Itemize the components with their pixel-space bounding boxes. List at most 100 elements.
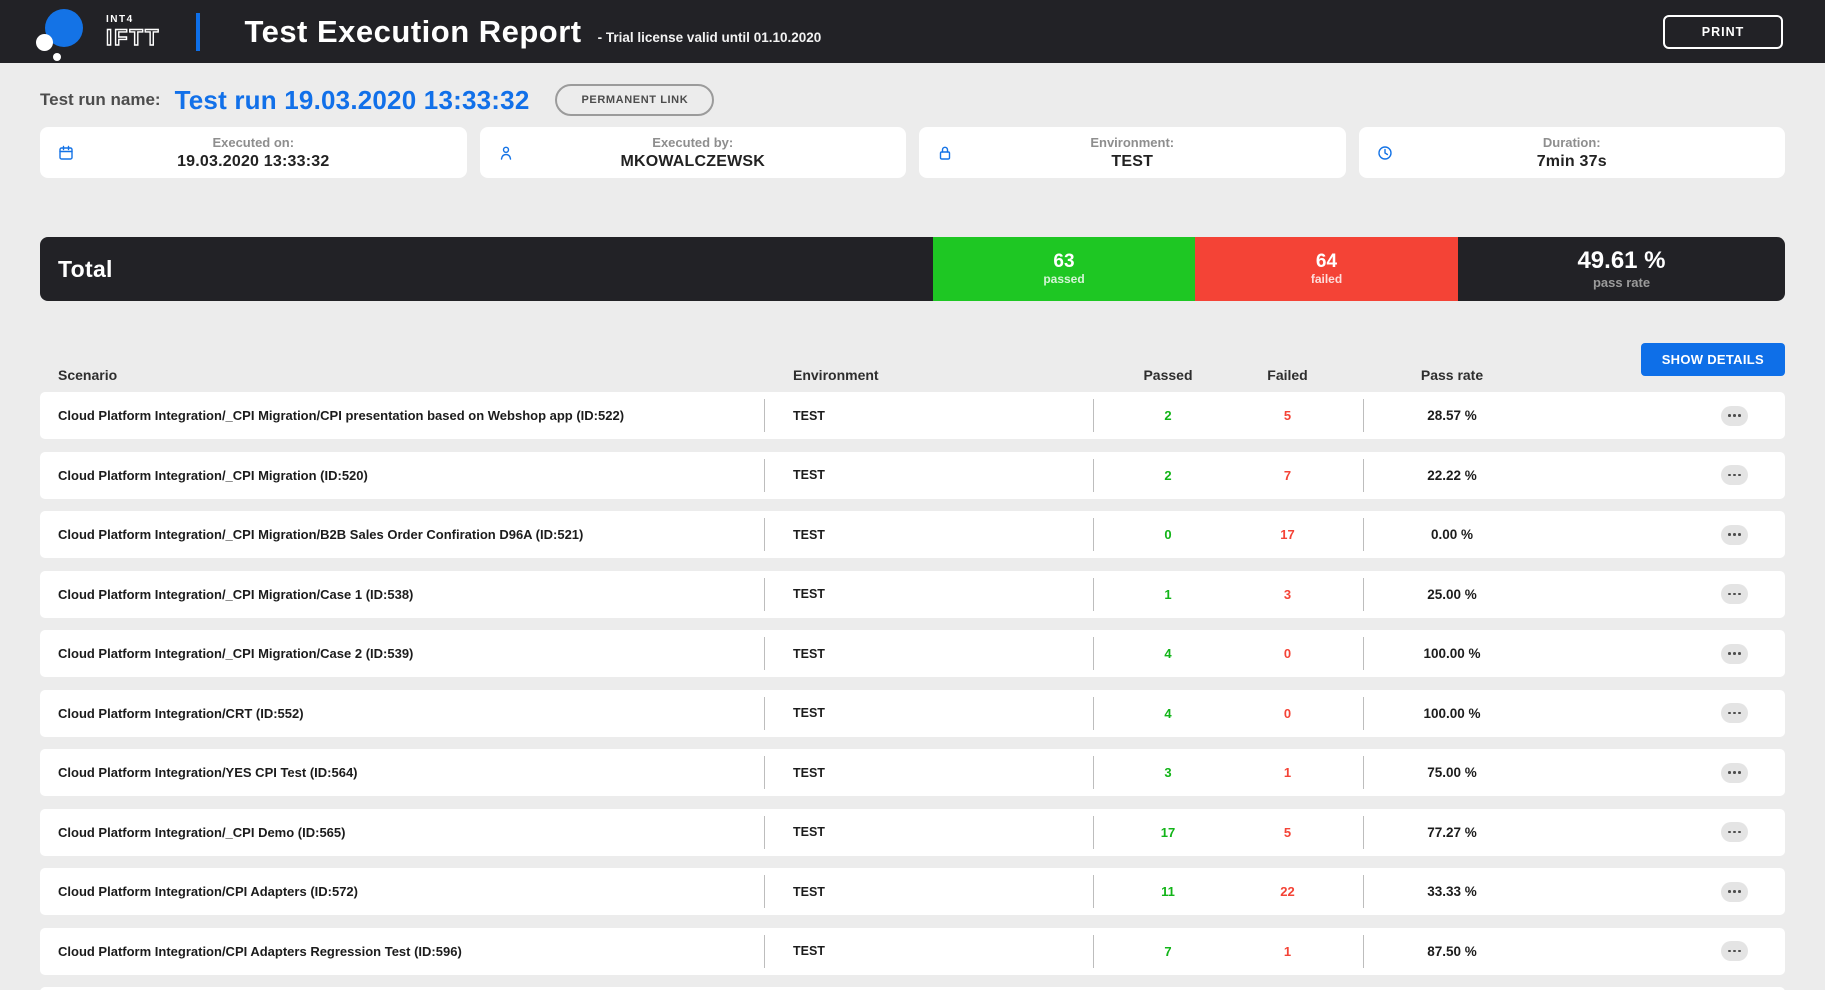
column-header-scenario: Scenario (40, 367, 765, 383)
permanent-link-button[interactable]: PERMANENT LINK (555, 84, 714, 116)
row-ellipsis-button[interactable] (1721, 882, 1748, 902)
ellipsis-dot (1728, 414, 1731, 417)
table-row[interactable]: Cloud Platform Integration/_CPI Demo (ID… (40, 809, 1785, 856)
lock-icon (937, 145, 953, 161)
scenario-cell: Cloud Platform Integration/_CPI Migratio… (40, 646, 764, 661)
ellipsis-dot (1728, 652, 1731, 655)
passed-cell: 4 (1094, 646, 1242, 661)
pass-rate-cell: 75.00 % (1364, 765, 1540, 780)
app-header: INT4 IFTT Test Execution Report - Trial … (0, 0, 1825, 63)
show-details-button[interactable]: SHOW DETAILS (1641, 343, 1785, 376)
pass-rate-cell: 25.00 % (1364, 587, 1540, 602)
page-title: Test Execution Report (244, 14, 581, 50)
table-row[interactable]: Cloud Platform Integration/CPI Adapters … (40, 868, 1785, 915)
column-header-pass-rate: Pass rate (1364, 367, 1540, 383)
failed-cell: 1 (1242, 944, 1333, 959)
total-label-section: Total (40, 237, 933, 301)
ellipsis-dot (1733, 831, 1736, 834)
environment-cell: TEST (765, 468, 1093, 482)
ellipsis-dot (1733, 414, 1736, 417)
ellipsis-dot (1733, 712, 1736, 715)
table-row[interactable]: Cloud Platform Integration/CRT (ID:552) … (40, 690, 1785, 737)
failed-cell: 7 (1242, 468, 1333, 483)
total-passed-segment: 63 passed (933, 237, 1195, 301)
ellipsis-dot (1738, 950, 1741, 953)
logo-white-dot (53, 53, 61, 61)
row-actions (1540, 703, 1785, 723)
row-actions (1540, 822, 1785, 842)
environment-cell: TEST (765, 528, 1093, 542)
pass-rate-cell: 28.57 % (1364, 408, 1540, 423)
pass-rate-cell: 0.00 % (1364, 527, 1540, 542)
pass-rate-cell: 100.00 % (1364, 646, 1540, 661)
scenario-table-header: Scenario Environment Passed Failed Pass … (40, 343, 1785, 392)
executed-by-value: MKOWALCZEWSK (620, 153, 765, 171)
passed-cell: 11 (1094, 884, 1242, 899)
environment-value: TEST (1111, 153, 1153, 171)
table-row[interactable]: Cloud Platform Integration/_CPI Migratio… (40, 511, 1785, 558)
scenario-table-body: Cloud Platform Integration/_CPI Migratio… (40, 392, 1785, 975)
ellipsis-dot (1728, 712, 1731, 715)
passed-cell: 3 (1094, 765, 1242, 780)
ellipsis-dot (1738, 712, 1741, 715)
row-ellipsis-button[interactable] (1721, 703, 1748, 723)
row-ellipsis-button[interactable] (1721, 822, 1748, 842)
ellipsis-dot (1733, 474, 1736, 477)
column-header-environment: Environment (765, 367, 1094, 383)
executed-on-value: 19.03.2020 13:33:32 (177, 153, 329, 171)
pass-rate-cell: 100.00 % (1364, 706, 1540, 721)
total-label: Total (58, 256, 113, 283)
total-pass-rate-label: pass rate (1593, 275, 1650, 290)
table-row[interactable]: Cloud Platform Integration/CPI Adapters … (40, 928, 1785, 975)
test-run-row: Test run name: Test run 19.03.2020 13:33… (40, 77, 1785, 123)
row-actions (1540, 763, 1785, 783)
failed-cell: 5 (1242, 825, 1333, 840)
row-ellipsis-button[interactable] (1721, 941, 1748, 961)
row-ellipsis-button[interactable] (1721, 465, 1748, 485)
table-row[interactable]: Cloud Platform Integration/_CPI Migratio… (40, 392, 1785, 439)
passed-cell: 7 (1094, 944, 1242, 959)
failed-cell: 22 (1242, 884, 1333, 899)
ellipsis-dot (1733, 950, 1736, 953)
failed-cell: 17 (1242, 527, 1333, 542)
row-ellipsis-button[interactable] (1721, 763, 1748, 783)
ellipsis-dot (1733, 890, 1736, 893)
failed-cell: 1 (1242, 765, 1333, 780)
logo-white-circle (36, 34, 53, 51)
total-pass-rate-value: 49.61 % (1577, 248, 1665, 274)
scenario-cell: Cloud Platform Integration/_CPI Migratio… (40, 468, 764, 483)
table-row[interactable]: Cloud Platform Integration/_CPI Migratio… (40, 571, 1785, 618)
row-ellipsis-button[interactable] (1721, 644, 1748, 664)
duration-card: Duration: 7min 37s (1359, 127, 1786, 178)
table-row[interactable]: Cloud Platform Integration/_CPI Migratio… (40, 452, 1785, 499)
environment-cell: TEST (765, 885, 1093, 899)
passed-cell: 2 (1094, 408, 1242, 423)
total-summary-bar: Total 63 passed 64 failed 49.61 % pass r… (40, 237, 1785, 301)
test-run-name-label: Test run name: (40, 90, 161, 110)
failed-cell: 5 (1242, 408, 1333, 423)
row-ellipsis-button[interactable] (1721, 525, 1748, 545)
environment-cell: TEST (765, 409, 1093, 423)
pass-rate-cell: 22.22 % (1364, 468, 1540, 483)
info-cards-row: Executed on: 19.03.2020 13:33:32 Execute… (40, 127, 1785, 178)
table-row[interactable]: Cloud Platform Integration/YES CPI Test … (40, 749, 1785, 796)
brand-text: INT4 IFTT (106, 15, 160, 49)
environment-cell: TEST (765, 647, 1093, 661)
ellipsis-dot (1728, 831, 1731, 834)
print-button[interactable]: PRINT (1663, 15, 1783, 49)
row-actions (1540, 644, 1785, 664)
scenario-cell: Cloud Platform Integration/_CPI Migratio… (40, 527, 764, 542)
clock-icon (1377, 145, 1393, 161)
test-run-name-value: Test run 19.03.2020 13:33:32 (175, 85, 530, 116)
row-ellipsis-button[interactable] (1721, 584, 1748, 604)
row-ellipsis-button[interactable] (1721, 406, 1748, 426)
ellipsis-dot (1738, 593, 1741, 596)
executed-on-label: Executed on: (212, 135, 294, 150)
passed-cell: 1 (1094, 587, 1242, 602)
table-row[interactable]: Cloud Platform Integration/_CPI Migratio… (40, 630, 1785, 677)
environment-cell: TEST (765, 766, 1093, 780)
failed-cell: 0 (1242, 646, 1333, 661)
total-passed-label: passed (1043, 272, 1084, 286)
pass-rate-cell: 33.33 % (1364, 884, 1540, 899)
scenario-cell: Cloud Platform Integration/_CPI Demo (ID… (40, 825, 764, 840)
